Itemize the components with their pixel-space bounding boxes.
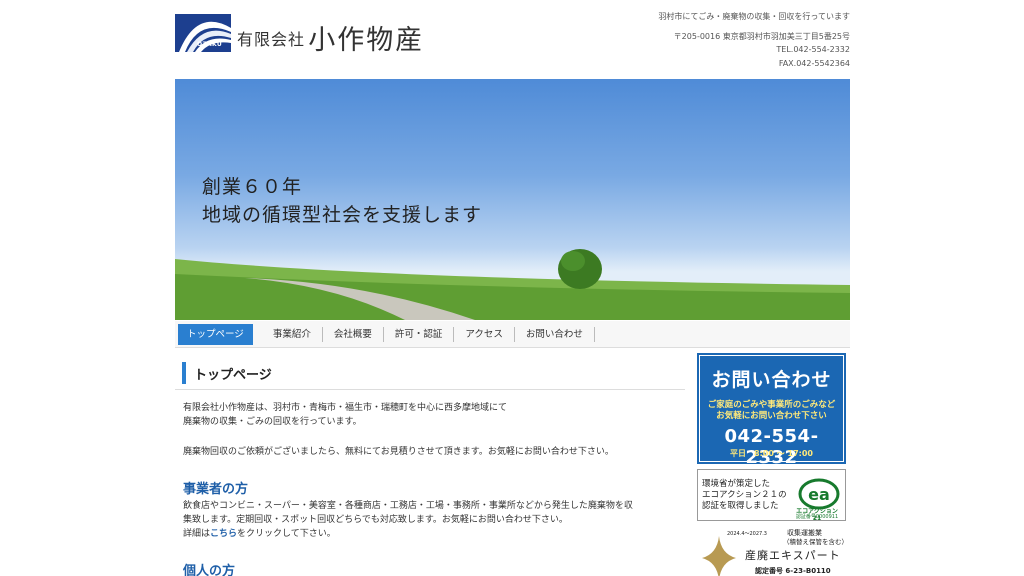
- title-accent-bar: [182, 362, 186, 384]
- contact-desc-line-1: ご家庭のごみや事業所のごみなど: [707, 400, 836, 410]
- eco-line-2: エコアクション２１の: [702, 490, 787, 500]
- expert-cert-number: 認定番号 6-23-B0110: [755, 567, 831, 575]
- nav-item-business[interactable]: 事業紹介: [262, 326, 323, 342]
- business-line-2: 集致します。定期回収・スポット回収どちらでも対応致します。お気軽にお問い合わせ下…: [183, 515, 568, 525]
- header-address: 〒205-0016 東京都羽村市羽加美三丁目5番25号: [673, 31, 850, 41]
- hero-text: 創業６０年 地域の循環型社会を支援します: [202, 173, 482, 229]
- hero-line-1: 創業６０年: [202, 176, 303, 198]
- company-name: 有限会社 小作物産: [237, 18, 424, 57]
- contact-hours: 平日 8:00 ～ 17:00: [730, 449, 813, 458]
- contact-desc: ご家庭のごみや事業所のごみなど お気軽にお問い合わせ下さい: [699, 400, 844, 422]
- main-nav: トップページ 事業紹介 会社概要 許可・認証 アクセス お問い合わせ: [175, 321, 850, 348]
- business-line-1: 飲食店やコンビニ・スーパー・美容室・各種商店・工務店・工場・事務所・事業所などか…: [183, 501, 633, 511]
- contact-phone: 042-554-2332: [724, 426, 819, 468]
- nav-item-contact[interactable]: お問い合わせ: [515, 326, 595, 342]
- contact-banner[interactable]: お問い合わせ ご家庭のごみや事業所のごみなど お気軽にお問い合わせ下さい 042…: [697, 353, 846, 468]
- eco-text: 環境省が策定した エコアクション２１の 認証を取得しました: [702, 479, 787, 512]
- page: OZAKU 有限会社 小作物産 羽村市にてごみ・廃棄物の収集・回収を行っています…: [175, 0, 850, 576]
- personal-heading: 個人の方: [183, 564, 236, 576]
- nav-item-access[interactable]: アクセス: [454, 326, 515, 342]
- expert-name: 産廃エキスパート: [745, 549, 841, 562]
- header-info: 羽村市にてごみ・廃棄物の収集・回収を行っています 〒205-0016 東京都羽村…: [658, 10, 850, 70]
- detail-suffix: をクリックして下さい。: [237, 529, 336, 539]
- hero-line-2: 地域の循環型社会を支援します: [202, 204, 483, 226]
- eco-line-3: 認証を取得しました: [702, 501, 779, 511]
- expert-period: 2024.4～2027.3: [727, 531, 767, 537]
- expert-badge[interactable]: 2024.4～2027.3 収集運搬業 （積替え保管を含む） 産廃エキスパート …: [697, 524, 848, 576]
- company-title: 小作物産: [308, 25, 425, 56]
- eco-line-1: 環境省が策定した: [702, 479, 771, 489]
- business-heading: 事業者の方: [183, 482, 249, 497]
- company-logo[interactable]: OZAKU: [175, 14, 231, 52]
- intro-line-2: 廃棄物の収集・ごみの回収を行っています。: [183, 417, 362, 427]
- contact-desc-line-2: お気軽にお問い合わせ下さい: [716, 411, 827, 421]
- detail-link[interactable]: こちら: [210, 529, 237, 539]
- hero-banner: 創業６０年 地域の循環型社会を支援します: [175, 79, 850, 320]
- expert-category-2: （積替え保管を含む）: [783, 538, 848, 546]
- detail-prefix: 詳細は: [183, 529, 211, 539]
- header-tagline: 羽村市にてごみ・廃棄物の収集・回収を行っています: [658, 12, 850, 21]
- page-title-box: トップページ: [175, 354, 685, 390]
- nav-item-top[interactable]: トップページ: [178, 323, 253, 345]
- contact-title: お問い合わせ: [711, 369, 832, 391]
- company-prefix: 有限会社: [237, 30, 306, 49]
- nav-item-license[interactable]: 許可・認証: [384, 326, 455, 342]
- estimate-text: 廃棄物回収のご依頼がございましたら、無料にてお見積りさせて頂きます。お気軽にお問…: [183, 447, 614, 457]
- main-content: トップページ 有限会社小作物産は、羽村市・青梅市・福生市・瑞穂町を中心に西多摩地…: [175, 350, 685, 576]
- svg-text:ea: ea: [808, 485, 830, 504]
- eco-reg-number: 認証番号0000911: [795, 514, 839, 520]
- eco-action-banner[interactable]: 環境省が策定した エコアクション２１の 認証を取得しました ea エコアクション…: [697, 469, 846, 522]
- business-detail: 詳細はこちらをクリックして下さい。: [183, 527, 336, 541]
- nav-item-company[interactable]: 会社概要: [323, 326, 384, 342]
- star-sparkle-icon: [702, 536, 736, 576]
- intro-line-1: 有限会社小作物産は、羽村市・青梅市・福生市・瑞穂町を中心に西多摩地域にて: [183, 403, 508, 413]
- header-fax: FAX.042-5542364: [778, 58, 850, 68]
- logo-brand-text: OZAKU: [197, 41, 223, 48]
- page-title: トップページ: [194, 368, 272, 383]
- header-tel: TEL.042-554-2332: [776, 45, 850, 54]
